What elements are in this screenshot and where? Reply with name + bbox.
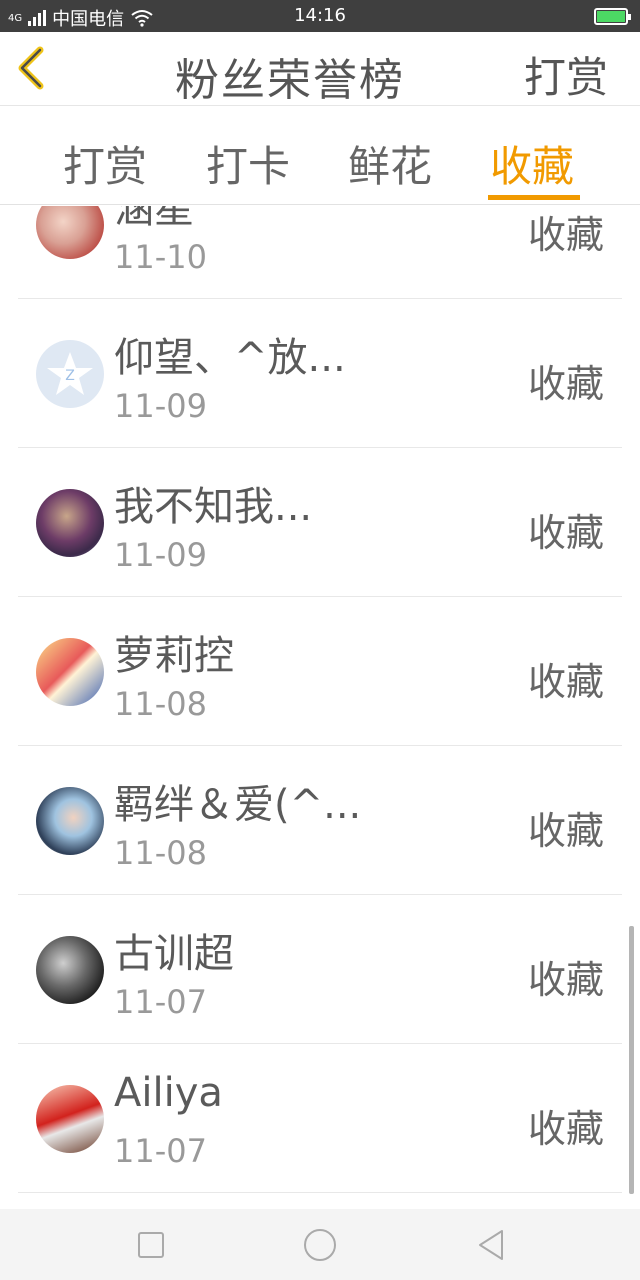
scrollbar[interactable] [629, 926, 634, 1194]
fan-name: 涵星 [114, 206, 194, 232]
back-nav-icon[interactable] [474, 1227, 510, 1263]
action-label: 收藏 [527, 1107, 604, 1151]
tab-flowers[interactable]: 鲜花 [348, 133, 432, 194]
list-item[interactable]: 我不知我... 11-09 收藏 [18, 448, 622, 597]
fan-name: 仰望、^放... [114, 335, 346, 381]
tab-favorites[interactable]: 收藏 [490, 133, 574, 194]
fan-date: 11-08 [114, 834, 207, 872]
avatar [36, 206, 104, 259]
recent-apps-icon[interactable] [133, 1227, 169, 1263]
fan-name: 我不知我... [114, 484, 313, 530]
active-tab-indicator [488, 195, 580, 200]
home-icon[interactable] [302, 1227, 338, 1263]
action-label: 收藏 [527, 809, 604, 853]
fan-date: 11-09 [114, 387, 207, 425]
avatar [36, 638, 104, 706]
reward-button[interactable]: 打赏 [524, 44, 608, 105]
svg-text:Z: Z [65, 368, 75, 384]
status-bar: 4G 中国电信 14:16 [0, 0, 640, 32]
action-label: 收藏 [527, 213, 604, 257]
avatar [36, 1085, 104, 1153]
avatar: Z [36, 340, 104, 408]
action-label: 收藏 [527, 958, 604, 1002]
list-item[interactable]: 羁绊＆爱(^... 11-08 收藏 [18, 746, 622, 895]
tab-bar: 打赏 打卡 鲜花 收藏 [0, 107, 640, 205]
fan-name: 萝莉控 [114, 633, 234, 679]
fan-name: 古训超 [114, 931, 234, 977]
tab-checkin[interactable]: 打卡 [206, 133, 290, 194]
fan-name: Ailiya [114, 1070, 223, 1116]
avatar [36, 936, 104, 1004]
default-avatar-star-icon: Z [47, 352, 93, 395]
avatar [36, 489, 104, 557]
header: 粉丝荣誉榜 打赏 [0, 32, 640, 106]
status-time: 14:16 [294, 5, 346, 26]
page-title: 粉丝荣誉榜 [175, 55, 405, 106]
action-label: 收藏 [527, 660, 604, 704]
fan-date: 11-07 [114, 983, 207, 1021]
fan-name: 羁绊＆爱(^... [114, 782, 362, 828]
list-item[interactable]: Ailiya 11-07 收藏 [18, 1044, 622, 1193]
list-item[interactable]: 古训超 11-07 收藏 [18, 895, 622, 1044]
fan-date: 11-07 [114, 1132, 207, 1170]
battery-icon [594, 8, 631, 25]
battery-level [597, 11, 625, 22]
fan-date: 11-08 [114, 685, 207, 723]
action-label: 收藏 [527, 362, 604, 406]
avatar [36, 787, 104, 855]
fan-list[interactable]: 涵星 11-10 收藏 Z 仰望、^放... 11-09 收藏 我不知我... … [0, 206, 640, 1209]
fan-date: 11-09 [114, 536, 207, 574]
list-item[interactable]: Z 仰望、^放... 11-09 收藏 [18, 299, 622, 448]
fan-date: 11-10 [114, 238, 207, 276]
list-item[interactable]: 涵星 11-10 收藏 [18, 206, 622, 299]
tab-reward[interactable]: 打赏 [63, 133, 147, 194]
list-item[interactable]: 萝莉控 11-08 收藏 [18, 597, 622, 746]
system-nav-bar [0, 1209, 640, 1280]
action-label: 收藏 [527, 511, 604, 555]
